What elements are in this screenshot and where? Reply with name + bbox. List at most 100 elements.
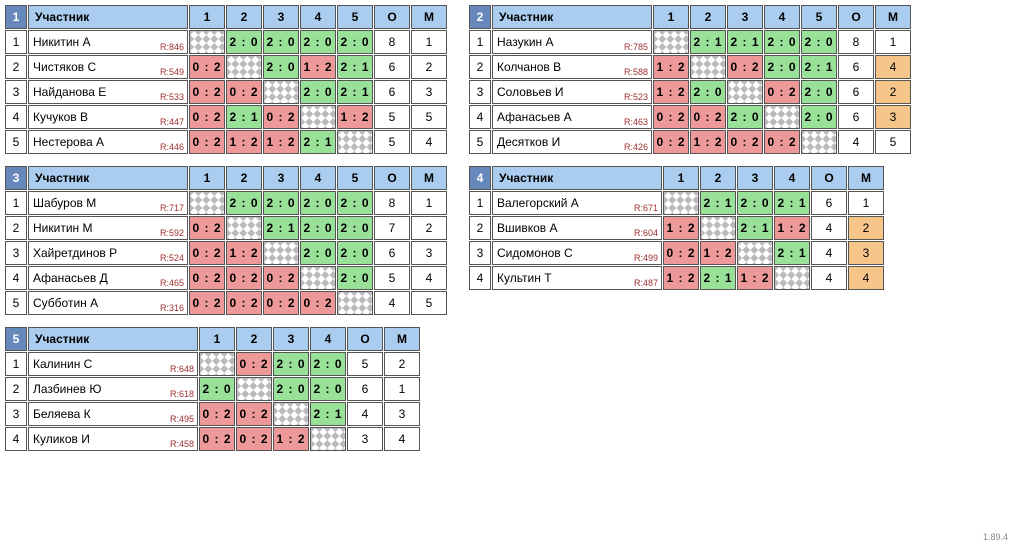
participant-header: Участник (28, 166, 188, 190)
score-cell: 1 : 2 (300, 55, 336, 79)
participant-name-text: Найданова Е (33, 85, 106, 99)
row-index: 1 (5, 352, 27, 376)
place-cell: 3 (848, 241, 884, 265)
participant-name: Нестерова АR:446 (28, 130, 188, 154)
score-cell: 2 : 0 (337, 191, 373, 215)
participant-name: Беляева КR:495 (28, 402, 198, 426)
score-cell: 2 : 0 (273, 377, 309, 401)
score-cell: 2 : 0 (764, 30, 800, 54)
participant-name: Афанасьев ДR:465 (28, 266, 188, 290)
participant-name-text: Назукин А (497, 35, 554, 49)
score-cell: 2 : 0 (737, 191, 773, 215)
place-cell: 2 (411, 55, 447, 79)
place-cell: 3 (411, 241, 447, 265)
column-header: 3 (273, 327, 309, 351)
place-cell: 2 (848, 216, 884, 240)
rating-label: R:549 (160, 67, 184, 77)
score-cell: 2 : 1 (310, 402, 346, 426)
table-row: 4Афанасьев ДR:4650 : 20 : 20 : 22 : 054 (5, 266, 447, 290)
self-cell (273, 402, 309, 426)
score-cell: 2 : 0 (310, 377, 346, 401)
rating-label: R:523 (624, 92, 648, 102)
points-cell: 5 (347, 352, 383, 376)
points-cell: 6 (838, 55, 874, 79)
self-cell (690, 55, 726, 79)
participant-name-text: Субботин А (33, 296, 98, 310)
participant-name: Никитин МR:592 (28, 216, 188, 240)
column-header: 1 (653, 5, 689, 29)
row-index: 2 (469, 55, 491, 79)
rating-label: R:447 (160, 117, 184, 127)
column-header: 3 (737, 166, 773, 190)
groups-container: 1Участник12345ОМ1Никитин АR:8462 : 02 : … (4, 4, 1010, 452)
score-cell: 0 : 2 (199, 427, 235, 451)
score-cell: 0 : 2 (653, 130, 689, 154)
participant-name-text: Никитин М (33, 221, 92, 235)
points-cell: 5 (374, 105, 410, 129)
score-cell: 2 : 0 (310, 352, 346, 376)
points-cell: 8 (374, 30, 410, 54)
score-cell: 2 : 0 (337, 30, 373, 54)
row-index: 3 (5, 241, 27, 265)
participant-name-text: Калинин С (33, 357, 92, 371)
self-cell (263, 80, 299, 104)
row-index: 1 (469, 191, 491, 215)
column-header: 1 (189, 5, 225, 29)
column-header: 2 (690, 5, 726, 29)
row-index: 2 (5, 216, 27, 240)
score-cell: 2 : 0 (300, 80, 336, 104)
participant-name-text: Колчанов В (497, 60, 561, 74)
column-header: 2 (226, 166, 262, 190)
table-row: 1Назукин АR:7852 : 12 : 12 : 02 : 081 (469, 30, 911, 54)
score-cell: 0 : 2 (727, 55, 763, 79)
score-cell: 0 : 2 (727, 130, 763, 154)
score-cell: 0 : 2 (663, 241, 699, 265)
row-index: 5 (5, 130, 27, 154)
self-cell (764, 105, 800, 129)
rating-label: R:426 (624, 142, 648, 152)
points-cell: 6 (838, 80, 874, 104)
score-cell: 0 : 2 (263, 291, 299, 315)
score-cell: 2 : 0 (337, 266, 373, 290)
participant-name: Хайретдинов РR:524 (28, 241, 188, 265)
score-cell: 2 : 1 (690, 30, 726, 54)
score-cell: 1 : 2 (653, 55, 689, 79)
participant-name-text: Афанасьев Д (33, 271, 108, 285)
column-header: 2 (236, 327, 272, 351)
participant-name-text: Культин Т (497, 271, 552, 285)
participant-name-text: Десятков И (497, 135, 560, 149)
column-header: 2 (226, 5, 262, 29)
self-cell (774, 266, 810, 290)
score-cell: 0 : 2 (690, 105, 726, 129)
participant-name-text: Вшивков А (497, 221, 557, 235)
score-cell: 1 : 2 (273, 427, 309, 451)
self-cell (310, 427, 346, 451)
points-cell: 6 (811, 191, 847, 215)
participant-name-text: Куликов И (33, 432, 90, 446)
table-row: 5Нестерова АR:4460 : 21 : 21 : 22 : 154 (5, 130, 447, 154)
column-header: 5 (337, 166, 373, 190)
place-header: М (384, 327, 420, 351)
score-cell: 1 : 2 (663, 266, 699, 290)
rating-label: R:785 (624, 42, 648, 52)
table-row: 4Куликов ИR:4580 : 20 : 21 : 234 (5, 427, 420, 451)
table-row: 3Беляева КR:4950 : 20 : 22 : 143 (5, 402, 420, 426)
score-cell: 2 : 0 (263, 30, 299, 54)
row-index: 4 (469, 105, 491, 129)
place-cell: 3 (411, 80, 447, 104)
participant-name: Лазбинев ЮR:618 (28, 377, 198, 401)
table-row: 1Шабуров МR:7172 : 02 : 02 : 02 : 081 (5, 191, 447, 215)
row-index: 4 (5, 266, 27, 290)
participant-header: Участник (492, 5, 652, 29)
score-cell: 2 : 1 (337, 80, 373, 104)
points-cell: 4 (811, 241, 847, 265)
points-header: О (374, 166, 410, 190)
score-cell: 2 : 0 (300, 30, 336, 54)
score-cell: 0 : 2 (189, 216, 225, 240)
score-cell: 1 : 2 (700, 241, 736, 265)
rating-label: R:524 (160, 253, 184, 263)
table-row: 3Сидомонов СR:4990 : 21 : 22 : 143 (469, 241, 884, 265)
table-row: 4Кучуков ВR:4470 : 22 : 10 : 21 : 255 (5, 105, 447, 129)
score-cell: 1 : 2 (263, 130, 299, 154)
table-row: 3Хайретдинов РR:5240 : 21 : 22 : 02 : 06… (5, 241, 447, 265)
